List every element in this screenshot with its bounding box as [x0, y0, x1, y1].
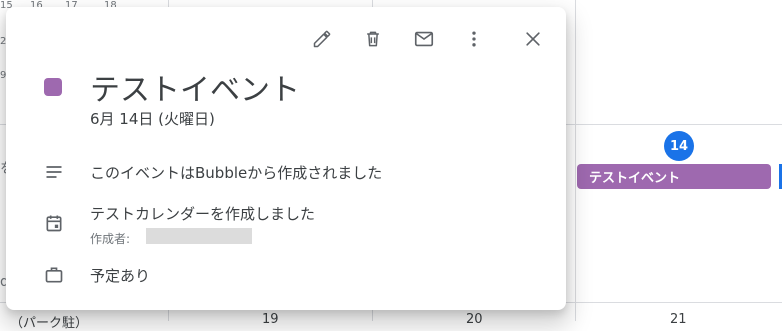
- edit-button[interactable]: [310, 27, 334, 51]
- delete-button[interactable]: [361, 27, 385, 51]
- event-detail-popup: テストイベント 6月 14日 (火曜日) このイベントはBubbleから作成され…: [6, 7, 566, 310]
- day-number[interactable]: 21: [670, 312, 687, 327]
- event-color-swatch: [44, 78, 62, 96]
- briefcase-icon: [42, 263, 66, 287]
- grid-line: [575, 0, 576, 321]
- edit-icon: [313, 30, 331, 48]
- trash-icon: [367, 31, 379, 47]
- redacted-creator-email: [146, 228, 252, 244]
- availability-status: 予定あり: [90, 267, 151, 285]
- calendar-name: テストカレンダーを作成しました: [90, 205, 316, 223]
- event-date: 6月 14日 (火曜日): [90, 110, 215, 128]
- close-icon: [526, 32, 540, 46]
- email-button[interactable]: [412, 27, 436, 51]
- event-description: このイベントはBubbleから作成されました: [90, 164, 383, 182]
- more-options-button[interactable]: [462, 27, 486, 51]
- creator-label: 作成者:: [90, 232, 131, 246]
- today-date-marker[interactable]: 14: [664, 131, 694, 161]
- week-label: （パーク駐）: [10, 316, 89, 331]
- more-vert-icon: [472, 31, 476, 47]
- close-button[interactable]: [521, 27, 545, 51]
- day-number[interactable]: 20: [466, 312, 483, 327]
- event-title: テストイベント: [90, 73, 300, 108]
- description-icon: [42, 160, 66, 184]
- calendar-icon: [42, 211, 66, 235]
- calendar-event-chip[interactable]: テストイベント: [577, 164, 771, 189]
- mail-icon: [414, 31, 434, 47]
- day-number[interactable]: 19: [262, 312, 279, 327]
